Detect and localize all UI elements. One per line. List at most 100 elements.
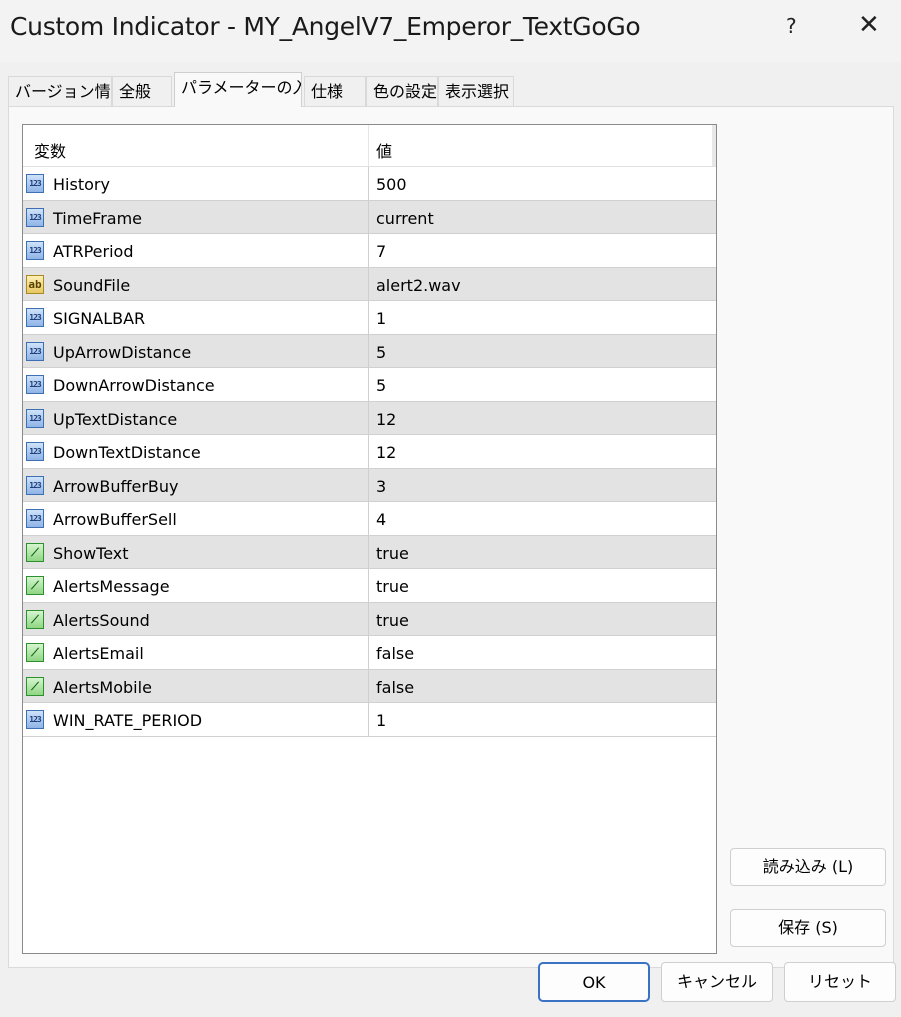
- parameter-name: SIGNALBAR: [53, 309, 146, 328]
- scrollbar-track[interactable]: [712, 125, 716, 166]
- string-type-icon: ab: [26, 274, 44, 294]
- column-header-value[interactable]: 値: [376, 138, 392, 162]
- parameter-name: SoundFile: [53, 275, 131, 295]
- integer-type-icon: 123: [26, 308, 44, 327]
- column-divider: [368, 234, 369, 267]
- parameter-row[interactable]: 123 UpArrowDistance 5: [23, 334, 716, 368]
- parameter-name: UpTextDistance: [53, 409, 178, 429]
- integer-type-icon: 123: [26, 442, 44, 461]
- reset-button[interactable]: リセット: [784, 962, 896, 1002]
- parameter-name: AlertsEmail: [53, 644, 144, 663]
- tab-specs[interactable]: 仕様: [304, 76, 366, 106]
- column-divider: [368, 569, 369, 602]
- parameter-value[interactable]: true: [376, 611, 409, 630]
- parameter-row[interactable]: 123 TimeFrame current: [23, 200, 716, 234]
- integer-type-icon: 123: [26, 509, 44, 528]
- column-divider: [368, 368, 369, 401]
- tab-general[interactable]: 全般: [112, 76, 172, 106]
- integer-type-icon: 123: [26, 408, 44, 428]
- title-bar: Custom Indicator - MY_AngelV7_Emperor_Te…: [0, 0, 901, 62]
- parameter-name: WIN_RATE_PERIOD: [53, 711, 203, 730]
- parameter-row[interactable]: 123 ATRPeriod 7: [23, 234, 716, 268]
- parameter-value[interactable]: 12: [376, 410, 396, 429]
- parameter-row[interactable]: 123 ArrowBufferBuy 3: [23, 468, 716, 502]
- parameter-row[interactable]: ⟋ ShowText true: [23, 535, 716, 569]
- parameter-row[interactable]: 123 ArrowBufferSell 4: [23, 502, 716, 536]
- boolean-type-icon: ⟋: [26, 542, 44, 562]
- boolean-type-icon: ⟋: [26, 576, 44, 595]
- integer-type-icon: 123: [26, 375, 44, 394]
- column-divider: [368, 267, 369, 300]
- parameter-name: ArrowBufferSell: [53, 510, 177, 529]
- parameter-value[interactable]: current: [376, 209, 434, 228]
- column-divider: [368, 468, 369, 501]
- save-button[interactable]: 保存 (S): [730, 909, 886, 947]
- parameter-row[interactable]: ⟋ AlertsMessage true: [23, 569, 716, 603]
- parameter-name: AlertsMessage: [53, 577, 170, 596]
- parameter-value[interactable]: 500: [376, 175, 407, 194]
- parameter-value[interactable]: 5: [376, 376, 386, 395]
- column-divider: [368, 669, 369, 702]
- integer-type-icon: 123: [26, 174, 44, 193]
- parameter-value[interactable]: 1: [376, 309, 386, 328]
- parameter-name: AlertsSound: [53, 610, 150, 630]
- boolean-type-icon: ⟋: [26, 643, 44, 662]
- parameter-name: ATRPeriod: [53, 242, 134, 261]
- column-divider: [368, 167, 369, 200]
- tab-display-select[interactable]: 表示選択: [438, 76, 514, 106]
- column-divider: [368, 703, 369, 736]
- column-divider: [368, 200, 369, 233]
- parameter-value[interactable]: false: [376, 678, 414, 697]
- tab-colors[interactable]: 色の設定: [366, 76, 438, 106]
- parameter-row[interactable]: ⟋ AlertsMobile false: [23, 669, 716, 703]
- parameter-name: TimeFrame: [53, 208, 143, 228]
- window-title: Custom Indicator - MY_AngelV7_Emperor_Te…: [10, 12, 641, 41]
- parameter-value[interactable]: alert2.wav: [376, 276, 461, 295]
- integer-type-icon: 123: [26, 207, 44, 227]
- parameter-value[interactable]: false: [376, 644, 414, 663]
- parameter-row[interactable]: ⟋ AlertsEmail false: [23, 636, 716, 670]
- parameter-row[interactable]: 123 History 500: [23, 167, 716, 201]
- integer-type-icon: 123: [26, 710, 44, 729]
- column-divider: [368, 401, 369, 434]
- parameter-row[interactable]: 123 SIGNALBAR 1: [23, 301, 716, 335]
- column-divider: [368, 435, 369, 468]
- parameter-value[interactable]: 7: [376, 242, 386, 261]
- integer-type-icon: 123: [26, 241, 44, 260]
- column-divider: [368, 602, 369, 635]
- ok-button[interactable]: OK: [538, 962, 650, 1002]
- parameter-name: History: [53, 175, 110, 194]
- column-divider: [368, 125, 369, 166]
- parameter-value[interactable]: true: [376, 544, 409, 563]
- parameter-value[interactable]: 12: [376, 443, 396, 462]
- parameter-name: AlertsMobile: [53, 677, 152, 697]
- parameter-row[interactable]: 123 WIN_RATE_PERIOD 1: [23, 703, 716, 737]
- integer-type-icon: 123: [26, 475, 44, 495]
- parameter-value[interactable]: 1: [376, 711, 386, 730]
- integer-type-icon: 123: [26, 341, 44, 361]
- help-icon[interactable]: ?: [786, 14, 797, 38]
- column-divider: [368, 636, 369, 669]
- parameter-name: DownArrowDistance: [53, 376, 215, 395]
- parameter-value[interactable]: 4: [376, 510, 386, 529]
- parameter-row[interactable]: 123 DownTextDistance 12: [23, 435, 716, 469]
- parameter-name: ShowText: [53, 543, 129, 563]
- column-header-variable[interactable]: 変数: [34, 138, 66, 162]
- parameter-name: DownTextDistance: [53, 443, 201, 462]
- close-icon[interactable]: ✕: [858, 10, 880, 40]
- tab-parameters[interactable]: パラメーターの入力: [174, 72, 302, 107]
- parameter-row[interactable]: ⟋ AlertsSound true: [23, 602, 716, 636]
- parameter-value[interactable]: true: [376, 577, 409, 596]
- parameter-row[interactable]: ab SoundFile alert2.wav: [23, 267, 716, 301]
- parameter-row[interactable]: 123 UpTextDistance 12: [23, 401, 716, 435]
- grid-rows: 123 History 500 123 TimeFrame current 123 ATRPe…: [23, 167, 716, 737]
- load-button[interactable]: 読み込み (L): [730, 848, 886, 886]
- parameter-name: ArrowBufferBuy: [53, 476, 179, 496]
- column-divider: [368, 502, 369, 535]
- cancel-button[interactable]: キャンセル: [661, 962, 773, 1002]
- parameter-value[interactable]: 3: [376, 477, 386, 496]
- parameter-row[interactable]: 123 DownArrowDistance 5: [23, 368, 716, 402]
- tab-version-info[interactable]: バージョン情報: [8, 76, 112, 106]
- column-divider: [368, 334, 369, 367]
- parameter-value[interactable]: 5: [376, 343, 386, 362]
